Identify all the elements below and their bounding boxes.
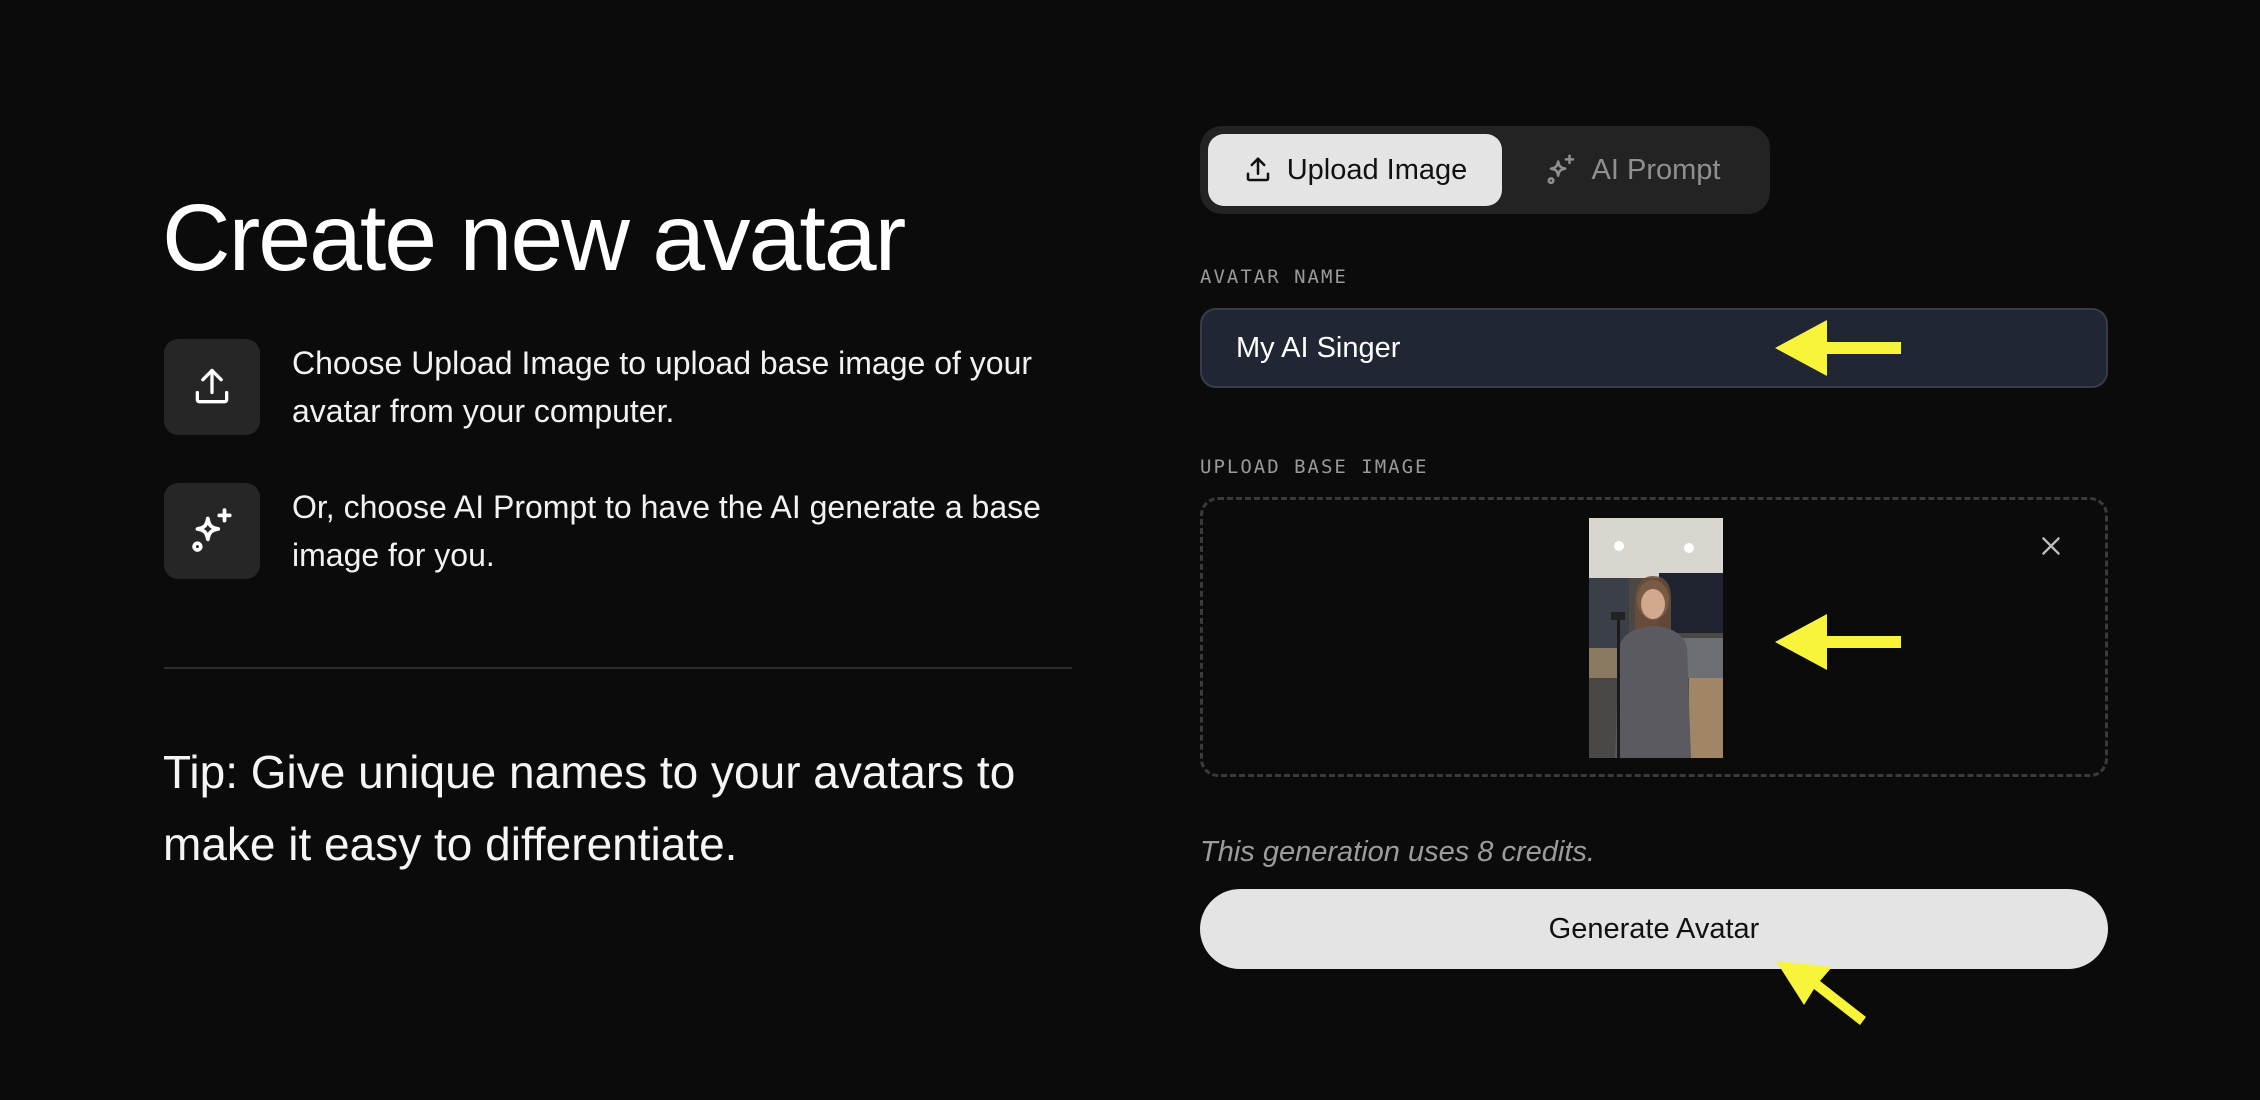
avatar-name-input[interactable] bbox=[1200, 308, 2108, 388]
upload-icon-tile bbox=[164, 339, 260, 435]
step-ai-prompt-text: Or, choose AI Prompt to have the AI gene… bbox=[292, 489, 1041, 573]
divider bbox=[164, 667, 1072, 669]
remove-image-button[interactable] bbox=[2035, 530, 2067, 562]
annotation-arrow-generate bbox=[1776, 961, 1866, 1025]
annotation-arrow-image bbox=[1775, 614, 1901, 670]
page-title: Create new avatar bbox=[162, 185, 906, 291]
tab-ai-prompt[interactable]: AI Prompt bbox=[1502, 134, 1762, 206]
tip-text: Tip: Give unique names to your avatars t… bbox=[163, 746, 1016, 870]
upload-base-image-label: UPLOAD BASE IMAGE bbox=[1200, 456, 1429, 478]
credits-text: This generation uses 8 credits. bbox=[1200, 836, 1595, 868]
tab-ai-prompt-label: AI Prompt bbox=[1591, 153, 1721, 186]
generate-avatar-button[interactable]: Generate Avatar bbox=[1200, 889, 2108, 969]
step-ai-prompt: Or, choose AI Prompt to have the AI gene… bbox=[164, 483, 1084, 579]
tab-upload-image-label: Upload Image bbox=[1286, 153, 1468, 186]
sparkles-icon bbox=[192, 508, 232, 552]
sparkles-icon bbox=[1547, 154, 1574, 185]
uploaded-image-preview bbox=[1589, 518, 1723, 758]
upload-icon bbox=[1246, 157, 1269, 182]
avatar-name-label: AVATAR NAME bbox=[1200, 266, 1348, 288]
step-upload: Choose Upload Image to upload base image… bbox=[164, 339, 1084, 435]
step-upload-text: Choose Upload Image to upload base image… bbox=[292, 345, 1033, 429]
annotation-arrow-name bbox=[1775, 320, 1901, 376]
source-tabs: Upload Image AI Prompt bbox=[1200, 126, 1770, 214]
upload-icon bbox=[195, 368, 229, 404]
tab-upload-image[interactable]: Upload Image bbox=[1208, 134, 1502, 206]
close-icon bbox=[2042, 537, 2060, 555]
create-avatar-page: Create new avatar Choose Upload Image to… bbox=[0, 0, 2260, 1100]
sparkles-icon-tile bbox=[164, 483, 260, 579]
upload-dropzone[interactable] bbox=[1200, 497, 2108, 777]
